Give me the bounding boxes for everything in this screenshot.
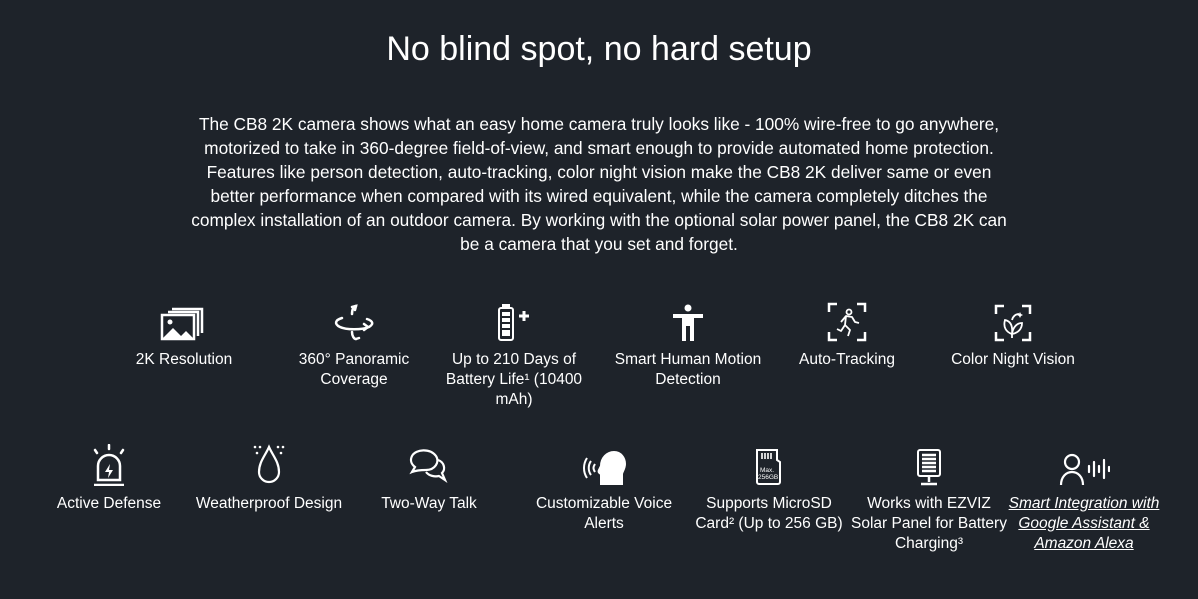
microsd-icon: Max. 256GB <box>689 444 849 486</box>
voice-alert-icon <box>524 444 684 486</box>
feature-label: Up to 210 Days of Battery Life¹ (10400 m… <box>445 351 583 408</box>
siren-icon <box>29 444 189 486</box>
feature-microsd: Max. 256GB Supports MicroSD Card² (Up to… <box>689 444 849 534</box>
feature-label: Works with EZVIZ Solar Panel for Battery… <box>851 495 1007 552</box>
tracking-icon <box>767 300 927 342</box>
feature-label: Customizable Voice Alerts <box>535 495 673 532</box>
card-capacity-text: 256GB <box>758 474 778 481</box>
feature-label: Color Night Vision <box>951 351 1075 368</box>
feature-label: Supports MicroSD Card² (Up to 256 GB) <box>695 495 843 532</box>
card-max-text: Max. <box>760 467 774 474</box>
solar-panel-icon <box>849 444 1009 486</box>
rotate-360-icon <box>274 300 434 342</box>
feature-360-coverage: 360° Panoramic Coverage <box>274 300 434 390</box>
feature-label: Weatherproof Design <box>195 495 343 512</box>
feature-human-detection: Smart Human Motion Detection <box>608 300 768 390</box>
chat-icon <box>349 444 509 486</box>
water-drop-icon <box>189 444 349 486</box>
feature-battery-life: Up to 210 Days of Battery Life¹ (10400 m… <box>434 300 594 410</box>
feature-two-way-talk: Two-Way Talk <box>349 444 509 514</box>
page-title: No blind spot, no hard setup <box>386 30 812 68</box>
feature-solar-panel: Works with EZVIZ Solar Panel for Battery… <box>849 444 1009 554</box>
feature-active-defense: Active Defense <box>29 444 189 514</box>
feature-2k-resolution: 2K Resolution <box>104 300 264 370</box>
feature-label: Auto-Tracking <box>799 351 895 368</box>
feature-label: 360° Panoramic Coverage <box>298 351 410 388</box>
feature-color-night-vision: Color Night Vision <box>933 300 1093 370</box>
feature-label: Active Defense <box>56 495 162 512</box>
smart-integration-link[interactable]: Smart Integration with Google Assistant … <box>1004 494 1164 554</box>
feature-smart-integration: Smart Integration with Google Assistant … <box>1004 444 1164 554</box>
night-vision-icon <box>933 300 1093 342</box>
images-icon <box>104 300 264 342</box>
battery-icon <box>434 300 594 342</box>
feature-label: 2K Resolution <box>135 351 233 368</box>
feature-auto-tracking: Auto-Tracking <box>767 300 927 370</box>
feature-label: Smart Human Motion Detection <box>614 351 762 388</box>
feature-voice-alerts: Customizable Voice Alerts <box>524 444 684 534</box>
feature-label: Two-Way Talk <box>381 495 477 512</box>
description-paragraph: The CB8 2K camera shows what an easy hom… <box>191 114 1007 254</box>
voice-assistant-icon <box>1004 444 1164 486</box>
feature-weatherproof: Weatherproof Design <box>189 444 349 514</box>
human-icon <box>608 300 768 342</box>
